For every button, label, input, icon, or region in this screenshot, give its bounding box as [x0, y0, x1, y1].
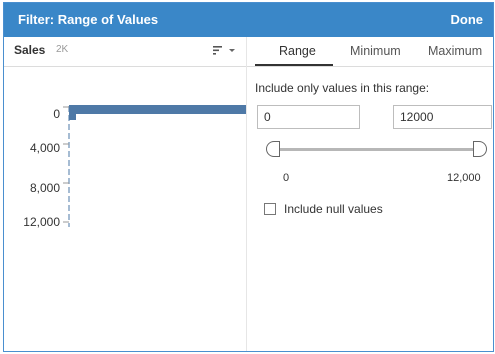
axis-tick-label: 12,000	[23, 215, 60, 229]
histogram-panel: Sales 2K 0 4,000 8,000 12,000	[4, 37, 247, 351]
field-name: Sales	[14, 43, 46, 57]
title-bar: Filter: Range of Values Done	[4, 3, 493, 37]
field-header: Sales 2K	[4, 37, 246, 67]
tab-maximum[interactable]: Maximum	[428, 44, 482, 58]
axis-tick-label: 8,000	[29, 181, 60, 195]
tab-minimum[interactable]: Minimum	[350, 44, 401, 58]
slider-min-label: 0	[283, 172, 290, 184]
include-null-label[interactable]: Include null values	[284, 202, 383, 216]
slider-max-label: 12,000	[447, 172, 481, 184]
histogram-bars	[69, 105, 246, 120]
histogram-bar	[69, 113, 76, 120]
filter-dialog: Filter: Range of Values Done Sales 2K 0 …	[3, 2, 494, 352]
max-value-input[interactable]	[393, 105, 492, 129]
sort-descending-icon	[213, 46, 235, 55]
axis-tick-label: 0	[53, 107, 60, 121]
done-button[interactable]: Done	[451, 12, 484, 27]
tab-bar: Range Minimum Maximum	[247, 37, 493, 67]
active-tab-indicator	[255, 64, 333, 66]
range-instruction: Include only values in this range:	[255, 81, 430, 95]
filter-panel: Range Minimum Maximum Include only value…	[247, 37, 493, 351]
sort-button[interactable]	[211, 41, 239, 59]
axis-tick-label: 4,000	[29, 141, 60, 155]
tab-range[interactable]: Range	[279, 44, 316, 58]
min-value-input[interactable]	[257, 105, 360, 129]
include-null-checkbox[interactable]	[264, 203, 276, 215]
range-slider-track[interactable]	[273, 148, 479, 151]
histogram-bar	[69, 105, 246, 114]
slider-max-handle[interactable]	[473, 141, 487, 157]
dialog-title: Filter: Range of Values	[18, 12, 159, 27]
field-count: 2K	[56, 44, 69, 55]
slider-min-handle[interactable]	[266, 141, 280, 157]
